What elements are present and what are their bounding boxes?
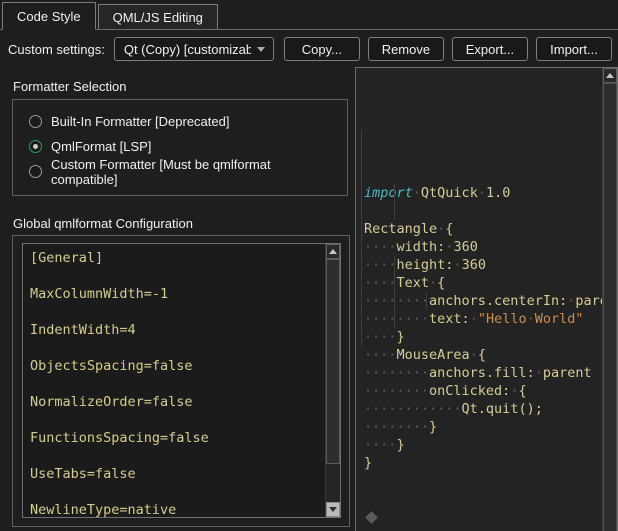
global-config-group: [General] MaxColumnWidth=-1 IndentWidth=… — [12, 235, 350, 527]
main-area: Formatter Selection Built-In Formatter [… — [0, 67, 618, 531]
export-button[interactable]: Export... — [452, 37, 528, 61]
code-line: ········anchors.centerIn:·parent — [364, 292, 602, 310]
code-line: ····Text·{ — [364, 274, 602, 292]
formatter-selection-group: Formatter Selection Built-In Formatter [… — [12, 79, 348, 196]
global-config-title: Global qmlformat Configuration — [13, 216, 355, 231]
eof-marker-icon — [365, 511, 378, 524]
radio-option-label: Custom Formatter [Must be qmlformat comp… — [51, 157, 339, 187]
code-line: ····} — [364, 436, 602, 454]
tab-bar: Code Style QML/JS Editing — [0, 0, 618, 30]
custom-settings-row: Custom settings: Qt (Copy) [customizable… — [8, 37, 612, 61]
code-preview-pane: import·QtQuick·1.0 Rectangle·{····width:… — [355, 67, 618, 531]
indent-guide — [426, 292, 427, 310]
copy-button[interactable]: Copy... — [284, 37, 360, 61]
combobox-value: Qt (Copy) [customizable] — [124, 42, 251, 57]
scroll-down-icon — [329, 507, 337, 512]
custom-settings-combobox[interactable]: Qt (Copy) [customizable] — [114, 37, 274, 61]
tab-code-style[interactable]: Code Style — [2, 2, 96, 30]
formatter-selection-title: Formatter Selection — [13, 79, 348, 94]
config-scroll-down-button[interactable] — [326, 502, 340, 517]
custom-settings-label: Custom settings: — [8, 42, 105, 57]
config-scrollbar-thumb[interactable] — [326, 259, 340, 464]
code-style-settings-page: Code Style QML/JS Editing Custom setting… — [0, 0, 618, 531]
code-line: ············Qt.quit(); — [364, 400, 602, 418]
config-text[interactable]: [General] MaxColumnWidth=-1 IndentWidth=… — [23, 244, 325, 517]
code-scroll-up-button[interactable] — [603, 68, 617, 83]
code-line: Rectangle·{ — [364, 220, 602, 238]
import-button[interactable]: Import... — [536, 37, 612, 61]
code-line: import·QtQuick·1.0 — [364, 184, 602, 202]
indent-guide — [361, 130, 362, 346]
radio-option-1[interactable]: QmlFormat [LSP] — [29, 134, 339, 159]
global-config-editor: [General] MaxColumnWidth=-1 IndentWidth=… — [22, 243, 341, 518]
code-scrollbar[interactable] — [602, 68, 617, 531]
indent-guide — [394, 256, 395, 328]
tab-qmljs-editing[interactable]: QML/JS Editing — [98, 4, 218, 29]
code-line: ····width:·360 — [364, 238, 602, 256]
tab-code-style-label: Code Style — [17, 9, 81, 24]
code-line: ····} — [364, 328, 602, 346]
radio-option-label: Built-In Formatter [Deprecated] — [51, 114, 229, 129]
radio-option-2[interactable]: Custom Formatter [Must be qmlformat comp… — [29, 159, 339, 184]
radio-option-0[interactable]: Built-In Formatter [Deprecated] — [29, 109, 339, 134]
code-line — [364, 202, 602, 220]
radio-unselected-icon[interactable] — [29, 115, 42, 128]
tab-qmljs-editing-label: QML/JS Editing — [113, 10, 203, 25]
config-scroll-up-button[interactable] — [326, 244, 340, 259]
chevron-down-icon — [257, 47, 265, 52]
indent-guide — [394, 184, 395, 220]
code-line: ········text:·"Hello·World" — [364, 310, 602, 328]
radio-unselected-icon[interactable] — [29, 165, 42, 178]
radio-selected-icon[interactable] — [29, 140, 42, 153]
code-lines: import·QtQuick·1.0 Rectangle·{····width:… — [364, 184, 602, 472]
code-line: ····height:·360 — [364, 256, 602, 274]
config-scrollbar-track — [326, 464, 340, 502]
left-column: Formatter Selection Built-In Formatter [… — [0, 67, 355, 531]
scroll-up-icon — [329, 249, 337, 254]
code-line: ········anchors.fill:·parent — [364, 364, 602, 382]
formatter-options: Built-In Formatter [Deprecated] QmlFormat… — [12, 99, 348, 196]
code-line: ········onClicked:·{ — [364, 382, 602, 400]
scroll-up-icon — [606, 73, 614, 78]
remove-button[interactable]: Remove — [368, 37, 444, 61]
code-scrollbar-thumb[interactable] — [603, 83, 617, 531]
code-line: ····MouseArea·{ — [364, 346, 602, 364]
code-preview-editor[interactable]: import·QtQuick·1.0 Rectangle·{····width:… — [356, 68, 602, 531]
radio-option-label: QmlFormat [LSP] — [51, 139, 151, 154]
config-scrollbar[interactable] — [325, 244, 340, 517]
code-line: ········} — [364, 418, 602, 436]
code-line: } — [364, 454, 602, 472]
